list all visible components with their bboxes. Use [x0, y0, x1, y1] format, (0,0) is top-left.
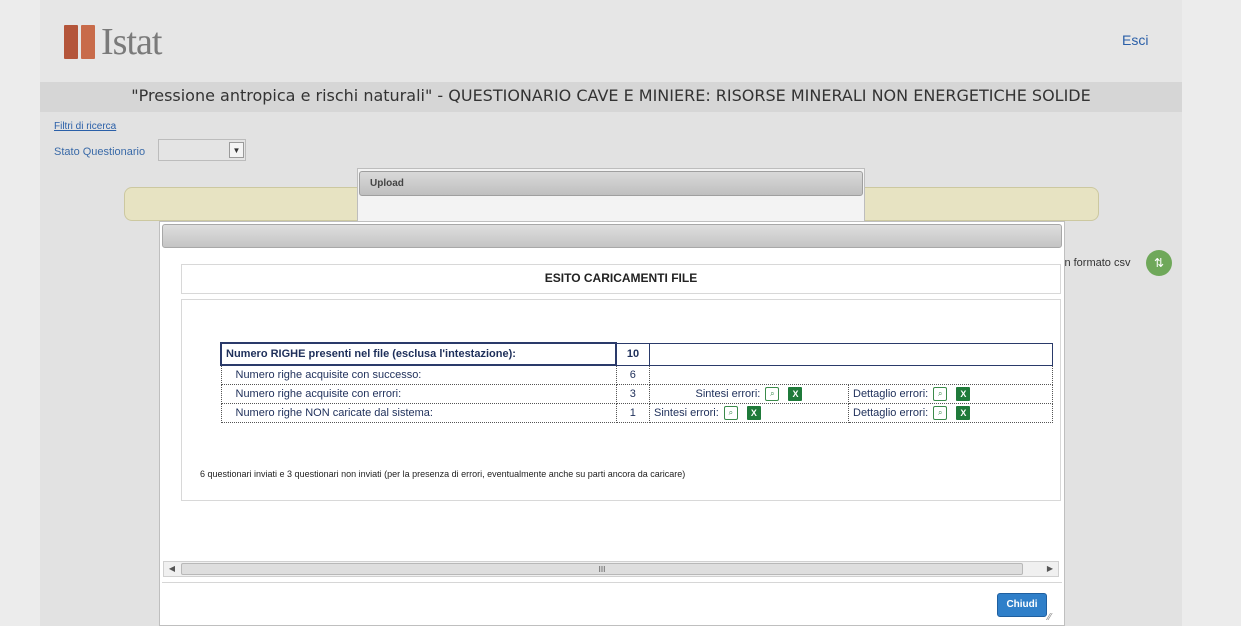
header	[40, 0, 1182, 82]
csv-format-label: in formato csv	[1062, 257, 1131, 269]
upload-dialog-titlebar[interactable]	[359, 171, 863, 196]
side-margin-right	[1182, 0, 1241, 626]
scroll-right-arrow-icon[interactable]: ▶	[1044, 563, 1056, 575]
search-document-icon[interactable]: ⌕	[765, 387, 780, 401]
table-row: Numero righe acquisite con successo: 6	[220, 364, 1053, 385]
esito-table: Numero RIGHE presenti nel file (esclusa …	[220, 342, 1053, 423]
row-value: 6	[615, 364, 650, 385]
search-document-icon[interactable]: ⌕	[933, 406, 948, 420]
excel-icon[interactable]: X	[746, 406, 761, 420]
resize-handle-icon[interactable]: ⁄⁄	[1048, 612, 1060, 624]
table-row: Numero righe acquisite con errori: 3 Sin…	[220, 384, 1053, 404]
chevron-down-icon[interactable]: ▼	[229, 142, 244, 158]
table-row: Numero RIGHE presenti nel file (esclusa …	[220, 342, 1053, 366]
scroll-left-arrow-icon[interactable]: ◀	[166, 563, 178, 575]
scrollbar-thumb[interactable]: III	[181, 563, 1023, 575]
row-label: Numero RIGHE presenti nel file (esclusa …	[220, 342, 617, 366]
dettaglio-errori-cell: Dettaglio errori: ⌕ X	[848, 403, 1053, 423]
upload-dialog-title: Upload	[370, 178, 404, 189]
search-filters-link[interactable]: Filtri di ricerca	[54, 121, 116, 132]
upload-summary-text: 6 questionari inviati e 3 questionari no…	[200, 469, 686, 479]
sintesi-errori-cell: Sintesi errori: ⌕ X	[649, 384, 849, 404]
excel-icon[interactable]: X	[788, 387, 803, 401]
search-document-icon[interactable]: ⌕	[933, 387, 948, 401]
row-value: 10	[615, 342, 650, 366]
dettaglio-errori-label: Dettaglio errori:	[853, 406, 929, 419]
dettaglio-errori-cell: Dettaglio errori: ⌕ X	[848, 384, 1053, 404]
result-title: ESITO CARICAMENTI FILE	[544, 271, 698, 285]
logo-mark-icon	[64, 25, 95, 59]
row-label: Numero righe NON caricate dal sistema:	[220, 403, 617, 423]
excel-icon[interactable]: X	[956, 406, 971, 420]
sintesi-errori-cell: Sintesi errori: ⌕ X	[649, 403, 849, 423]
logo-text: Istat	[101, 21, 162, 63]
upload-icon[interactable]: ⇅	[1146, 250, 1172, 276]
row-value: 3	[615, 384, 650, 404]
excel-icon[interactable]: X	[956, 387, 971, 401]
row-label: Numero righe acquisite con errori:	[220, 384, 617, 404]
sintesi-errori-label: Sintesi errori:	[695, 387, 761, 400]
sintesi-errori-label: Sintesi errori:	[654, 406, 719, 419]
row-label: Numero righe acquisite con successo:	[220, 364, 617, 385]
page-title: "Pressione antropica e rischi naturali" …	[131, 86, 1091, 105]
stato-questionario-label: Stato Questionario	[54, 146, 146, 158]
search-document-icon[interactable]: ⌕	[723, 406, 738, 420]
row-value: 1	[615, 403, 650, 423]
istat-logo[interactable]: Istat	[64, 21, 162, 63]
dettaglio-errori-label: Dettaglio errori:	[853, 387, 929, 400]
empty-cell	[649, 342, 1053, 366]
close-button[interactable]: Chiudi	[997, 593, 1047, 617]
empty-cell	[649, 364, 1053, 385]
side-margin-left	[0, 0, 40, 626]
logout-link[interactable]: Esci	[1122, 32, 1148, 48]
modal-footer-divider	[162, 582, 1062, 583]
table-row: Numero righe NON caricate dal sistema: 1…	[220, 403, 1053, 423]
modal-titlebar[interactable]	[162, 224, 1062, 248]
